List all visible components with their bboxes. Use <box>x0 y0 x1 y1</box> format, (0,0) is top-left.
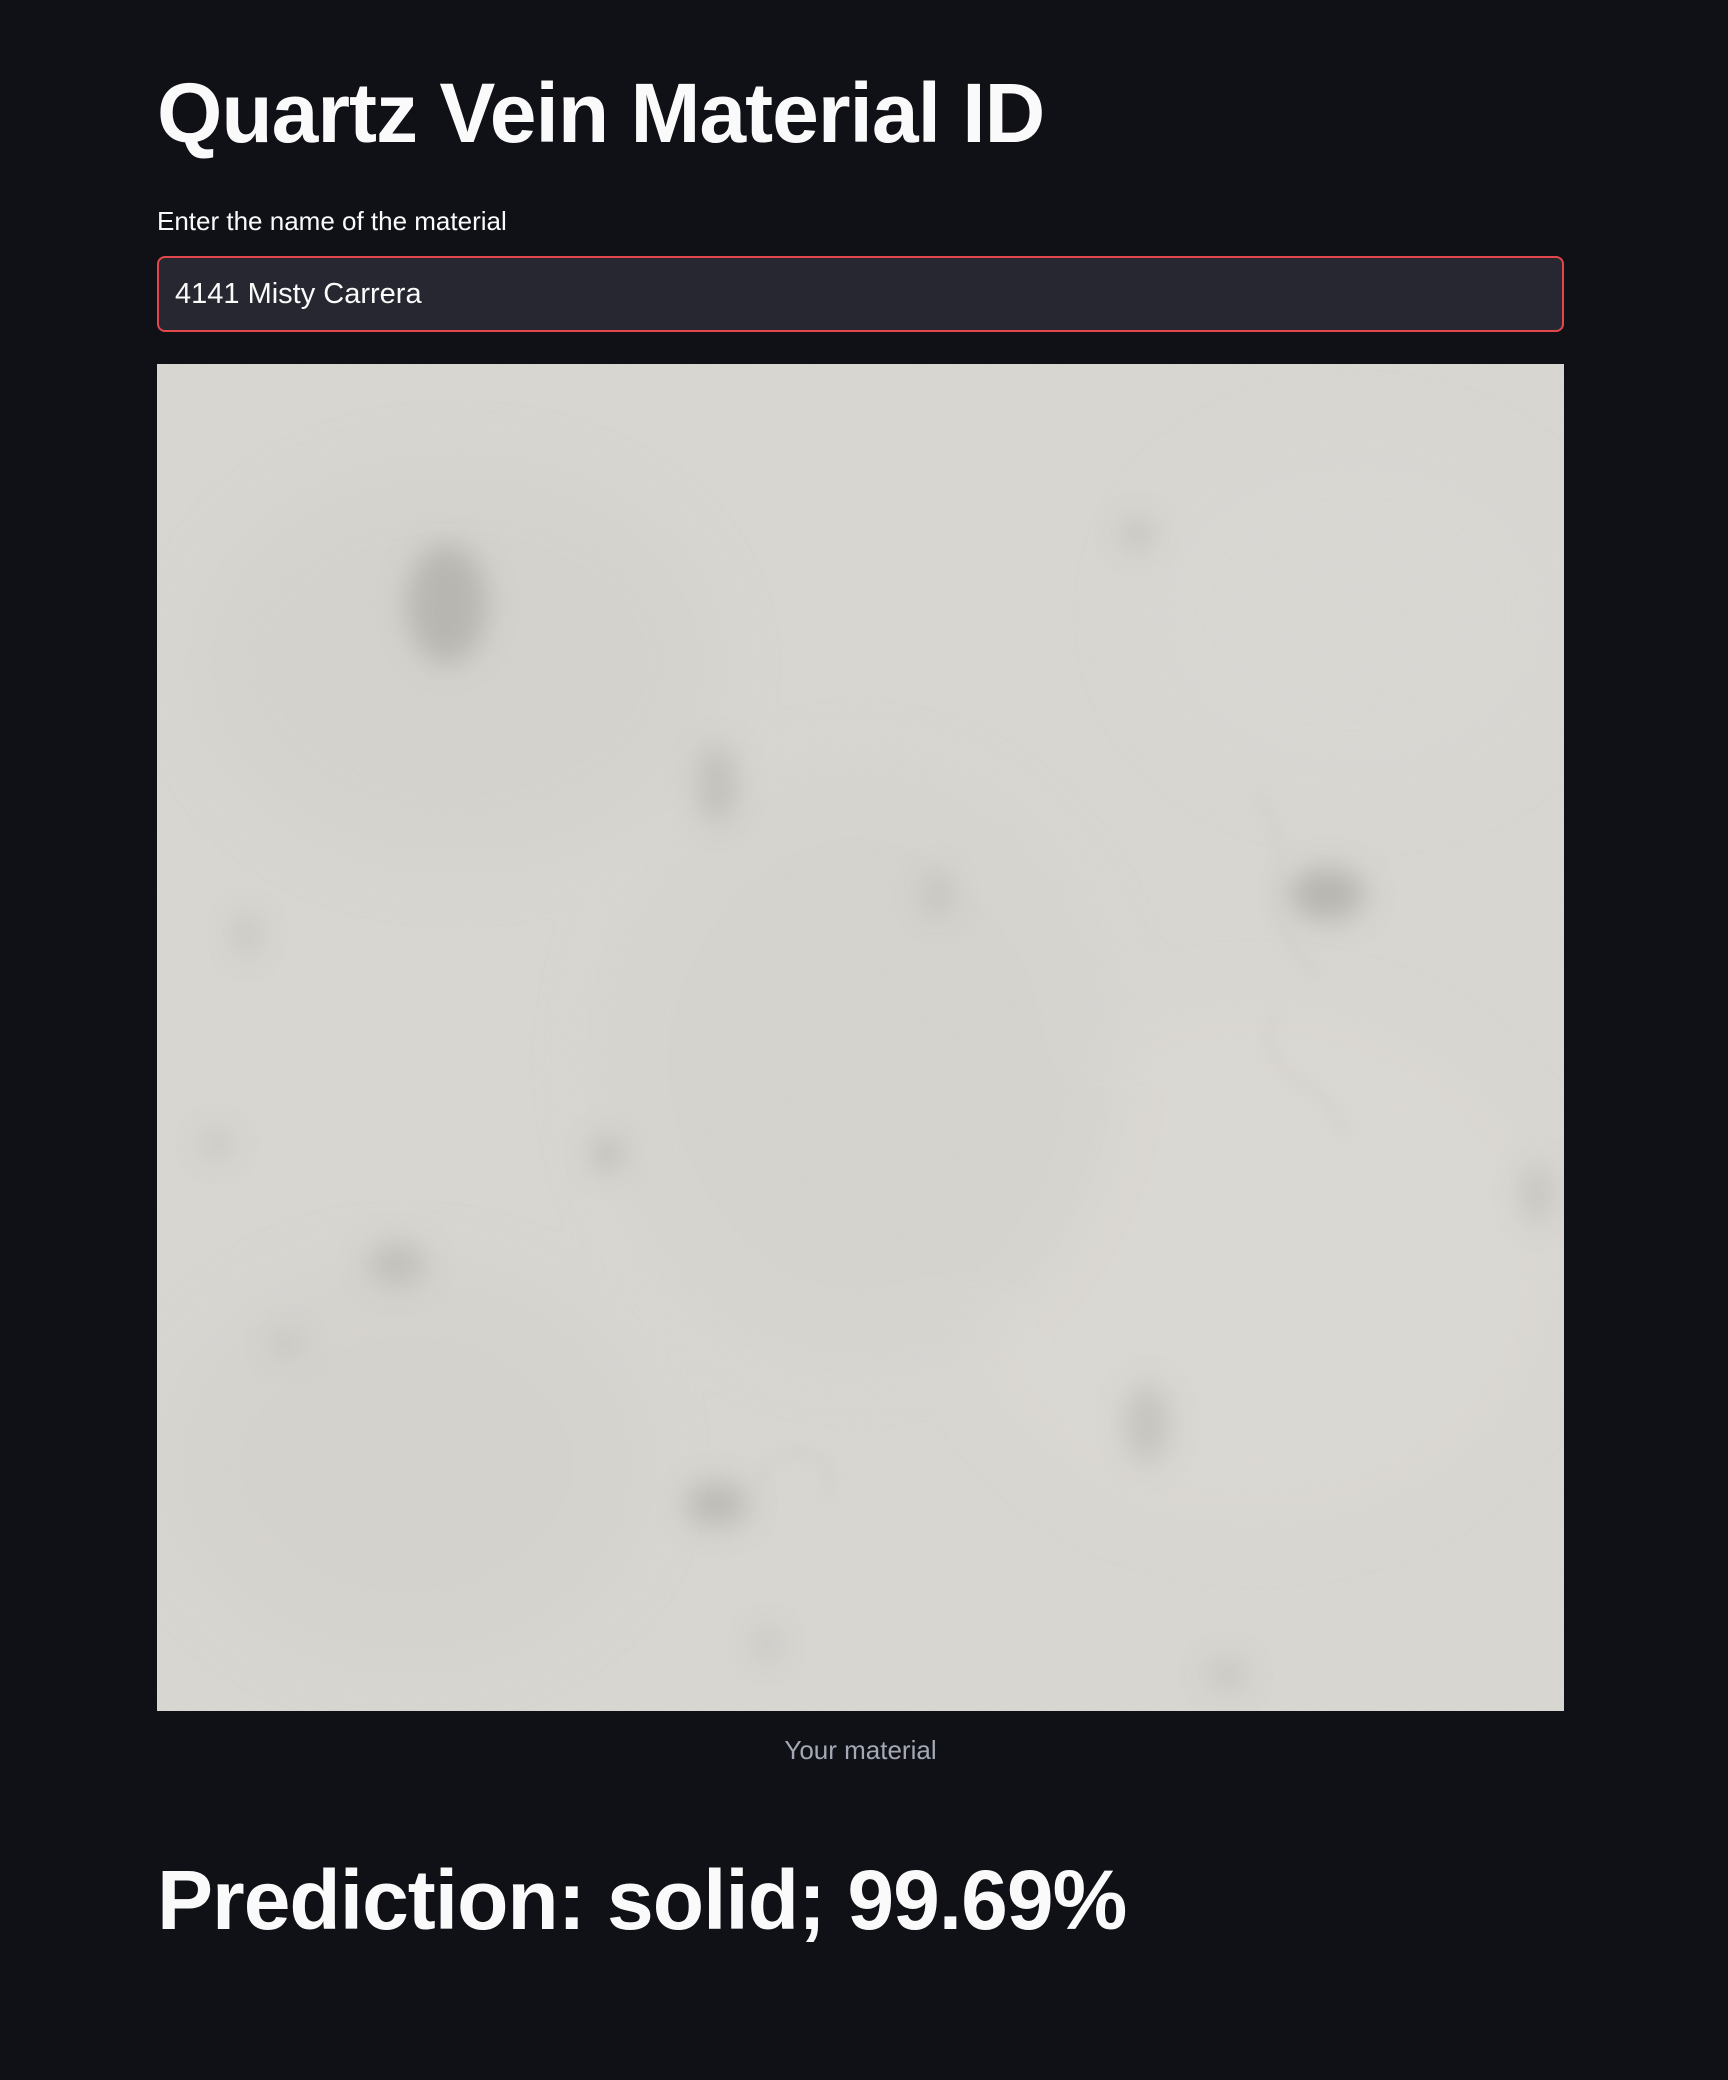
prediction-result: Prediction: solid; 99.69% <box>157 1853 1127 1947</box>
material-texture-image <box>157 364 1564 1711</box>
app-page: Quartz Vein Material ID Enter the name o… <box>0 0 1728 2080</box>
material-figure: Your material <box>157 364 1564 1767</box>
material-name-label: Enter the name of the material <box>157 206 507 236</box>
page-title: Quartz Vein Material ID <box>157 66 1045 160</box>
material-name-input[interactable] <box>175 277 1546 311</box>
material-name-input-container[interactable] <box>157 256 1564 332</box>
main-content: Quartz Vein Material ID Enter the name o… <box>157 0 1564 1949</box>
image-caption: Your material <box>784 1735 937 1765</box>
